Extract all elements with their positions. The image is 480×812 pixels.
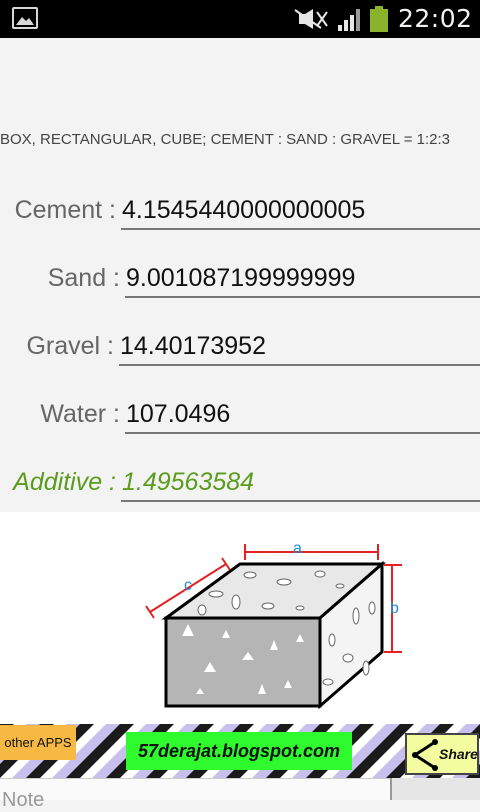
box-diagram-panel: a b c xyxy=(0,512,480,724)
gravel-row: Gravel : 14.40173952 xyxy=(0,324,480,372)
water-label: Water : xyxy=(40,400,120,428)
additive-row: Additive : 1.49563584 xyxy=(0,460,480,508)
water-value[interactable]: 107.0496 xyxy=(126,400,230,429)
cement-value[interactable]: 4.1545440000000005 xyxy=(122,196,365,225)
status-bar: 22:02 xyxy=(0,0,480,38)
sand-field-underline xyxy=(125,296,480,298)
signal-icon xyxy=(338,9,360,31)
gallery-icon xyxy=(12,7,38,29)
dimension-label-b: b xyxy=(390,600,399,617)
sand-value[interactable]: 9.001087199999999 xyxy=(126,264,355,293)
mute-icon xyxy=(294,9,328,29)
battery-icon xyxy=(370,6,388,32)
blog-link[interactable]: 57derajat.blogspot.com xyxy=(126,732,352,770)
other-apps-button[interactable]: other APPS xyxy=(0,725,76,760)
gravel-label: Gravel : xyxy=(26,332,114,360)
note-input[interactable]: Note xyxy=(0,778,390,811)
box-diagram: a b c xyxy=(145,540,402,710)
note-side-panel xyxy=(390,778,480,800)
sand-label: Sand : xyxy=(47,264,120,292)
additive-label: Additive : xyxy=(13,468,116,496)
water-field-underline xyxy=(125,432,480,434)
note-placeholder: Note xyxy=(2,789,45,811)
gravel-value[interactable]: 14.40173952 xyxy=(120,332,266,361)
dimension-label-a: a xyxy=(293,540,302,557)
share-button[interactable]: Share xyxy=(405,733,479,775)
share-icon xyxy=(412,739,438,771)
formula-description: BOX, RECTANGULAR, CUBE; CEMENT : SAND : … xyxy=(0,131,450,148)
dimension-label-c: c xyxy=(184,577,192,594)
share-label: Share xyxy=(439,746,478,762)
sand-row: Sand : 9.001087199999999 xyxy=(0,256,480,304)
gravel-field-underline xyxy=(119,364,480,366)
additive-field-underline xyxy=(121,500,480,502)
clock: 22:02 xyxy=(398,4,473,33)
water-row: Water : 107.0496 xyxy=(0,392,480,440)
cement-label: Cement : xyxy=(14,196,116,224)
cement-row: Cement : 4.1545440000000005 xyxy=(0,188,480,236)
cement-field-underline xyxy=(121,228,480,230)
additive-value[interactable]: 1.49563584 xyxy=(122,468,254,497)
